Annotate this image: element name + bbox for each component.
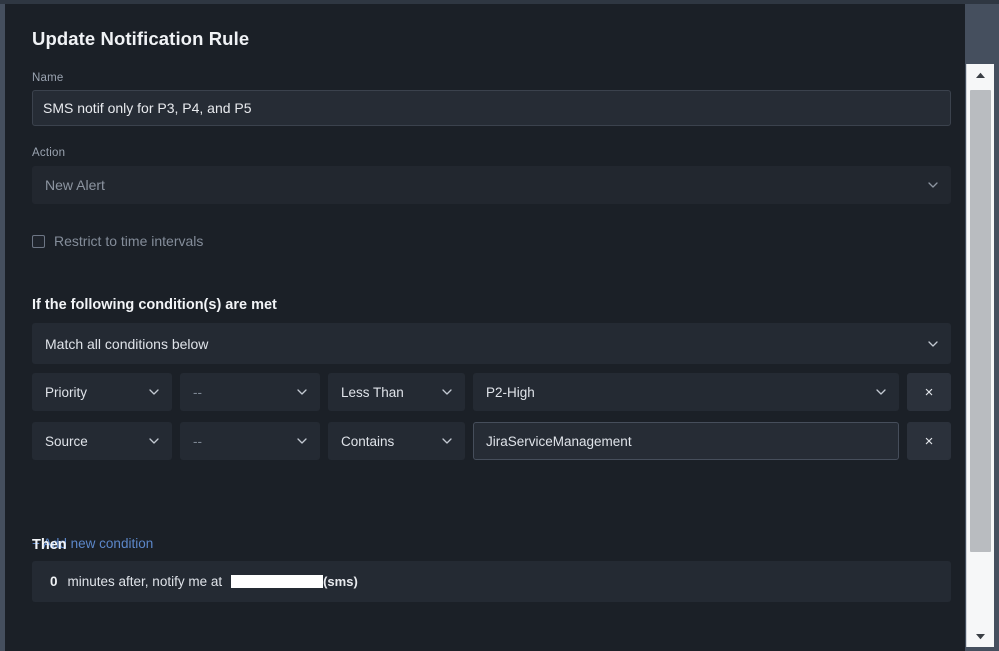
match-mode-select[interactable]: Match all conditions below bbox=[32, 323, 951, 364]
condition-key-value: -- bbox=[193, 384, 202, 400]
chevron-down-icon bbox=[297, 387, 307, 397]
notification-delay-minutes[interactable]: 0 bbox=[50, 574, 58, 589]
restrict-to-time-intervals-label: Restrict to time intervals bbox=[54, 233, 204, 249]
scroll-down-button[interactable] bbox=[967, 625, 994, 647]
condition-key-select[interactable]: -- bbox=[180, 422, 320, 460]
chevron-down-icon bbox=[928, 339, 938, 349]
condition-field-select[interactable]: Priority bbox=[32, 373, 172, 411]
condition-value: P2-High bbox=[486, 384, 535, 400]
action-select[interactable]: New Alert bbox=[32, 166, 951, 204]
chevron-down-icon bbox=[297, 436, 307, 446]
notification-channel-label: (sms) bbox=[323, 574, 358, 589]
restrict-to-time-intervals-row[interactable]: Restrict to time intervals bbox=[32, 233, 203, 249]
condition-operator-value: Less Than bbox=[341, 384, 404, 400]
condition-operator-select[interactable]: Less Than bbox=[328, 373, 465, 411]
chevron-down-icon bbox=[928, 180, 938, 190]
update-notification-rule-dialog: Update Notification Rule Name Action New… bbox=[5, 4, 965, 651]
vertical-scrollbar[interactable] bbox=[966, 64, 994, 647]
scrollbar-thumb[interactable] bbox=[970, 90, 991, 552]
scroll-up-button[interactable] bbox=[967, 64, 994, 86]
remove-condition-button[interactable]: × bbox=[907, 422, 951, 460]
condition-key-select[interactable]: -- bbox=[180, 373, 320, 411]
notification-method-row[interactable]: 0 minutes after, notify me at (sms) bbox=[32, 561, 951, 602]
condition-row: Priority -- Less Than P2-High × bbox=[32, 373, 951, 411]
condition-field-value: Priority bbox=[45, 384, 88, 400]
condition-field-select[interactable]: Source bbox=[32, 422, 172, 460]
dialog-header: Update Notification Rule bbox=[5, 4, 965, 66]
chevron-down-icon bbox=[442, 387, 452, 397]
chevron-down-icon bbox=[149, 436, 159, 446]
name-input[interactable] bbox=[32, 90, 951, 126]
chevron-down-icon bbox=[149, 387, 159, 397]
condition-operator-value: Contains bbox=[341, 433, 395, 449]
condition-value-select[interactable]: P2-High bbox=[473, 373, 899, 411]
action-select-value: New Alert bbox=[45, 177, 105, 193]
action-label: Action bbox=[32, 147, 66, 159]
notification-method-text: minutes after, notify me at bbox=[67, 574, 223, 589]
chevron-down-icon bbox=[876, 387, 886, 397]
close-icon: × bbox=[924, 432, 934, 450]
conditions-heading: If the following condition(s) are met bbox=[32, 297, 277, 313]
condition-value-input[interactable]: JiraServiceManagement bbox=[473, 422, 899, 460]
window-frame: Update Notification Rule Name Action New… bbox=[0, 0, 999, 651]
restrict-to-time-intervals-checkbox[interactable] bbox=[32, 234, 45, 248]
condition-key-value: -- bbox=[193, 433, 202, 449]
remove-condition-button[interactable]: × bbox=[907, 373, 951, 411]
redacted-contact-value bbox=[231, 575, 324, 588]
condition-operator-select[interactable]: Contains bbox=[328, 422, 465, 460]
match-mode-value: Match all conditions below bbox=[45, 335, 209, 352]
chevron-down-icon bbox=[442, 436, 452, 446]
page-title: Update Notification Rule bbox=[32, 28, 250, 49]
close-icon: × bbox=[924, 383, 934, 401]
condition-row: Source -- Contains JiraServiceManagement… bbox=[32, 422, 951, 460]
condition-value: JiraServiceManagement bbox=[486, 433, 632, 449]
then-heading: Then bbox=[32, 537, 67, 553]
name-label: Name bbox=[32, 72, 64, 84]
dialog-content: Name Action New Alert Restrict to time i… bbox=[5, 66, 965, 651]
condition-field-value: Source bbox=[45, 433, 88, 449]
